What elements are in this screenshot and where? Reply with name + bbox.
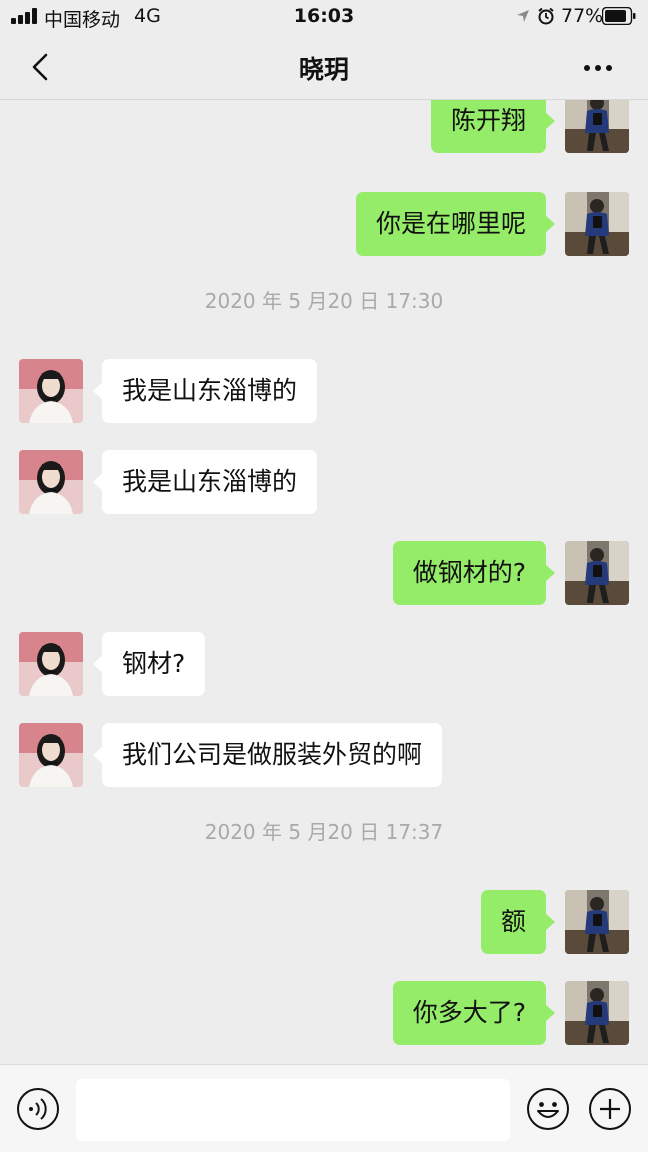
- alarm-icon: [538, 7, 554, 25]
- message-timestamp: 2020 年 5 月20 日 17:37: [204, 820, 444, 844]
- my-avatar[interactable]: [565, 890, 629, 954]
- voice-icon[interactable]: [16, 1087, 60, 1131]
- message-bubble[interactable]: 我们公司是做服装外贸的啊: [92, 723, 443, 787]
- message-bubble[interactable]: 我是山东淄博的: [92, 359, 318, 423]
- my-avatar[interactable]: [565, 192, 629, 256]
- status-bar: 中国移动 4G 16:03 77%: [0, 0, 648, 34]
- input-bar: [0, 1064, 648, 1152]
- message-input[interactable]: [76, 1079, 510, 1141]
- message-bubble[interactable]: 做钢材的?: [392, 541, 556, 605]
- chat-title: 晓玥: [298, 55, 349, 84]
- my-avatar[interactable]: [565, 541, 629, 605]
- contact-avatar[interactable]: [19, 723, 83, 787]
- chat-header: 晓玥: [0, 34, 648, 100]
- message-bubble[interactable]: 我是山东淄博的: [92, 450, 318, 514]
- message-bubble[interactable]: 额: [480, 890, 556, 954]
- battery-percent: 77%: [561, 5, 604, 27]
- contact-avatar[interactable]: [19, 359, 83, 423]
- my-avatar[interactable]: [565, 100, 629, 153]
- location-arrow-icon: [517, 10, 529, 22]
- message-bubble[interactable]: 陈开翔: [430, 100, 556, 153]
- more-dots-icon[interactable]: [578, 56, 618, 80]
- my-avatar[interactable]: [565, 981, 629, 1045]
- message-bubble[interactable]: 你是在哪里呢: [355, 192, 556, 256]
- battery-icon: [602, 7, 636, 25]
- contact-avatar[interactable]: [19, 632, 83, 696]
- message-bubble[interactable]: 你多大了?: [392, 981, 556, 1045]
- emoji-icon[interactable]: [526, 1087, 570, 1131]
- message-timestamp: 2020 年 5 月20 日 17:30: [204, 289, 444, 313]
- message-bubble[interactable]: 钢材?: [92, 632, 206, 696]
- message-list[interactable]: 陈开翔你是在哪里呢 2020 年 5 月20 日 17:30 我是山东淄博的 我是山东…: [0, 100, 648, 1064]
- contact-avatar[interactable]: [19, 450, 83, 514]
- plus-icon[interactable]: [588, 1087, 632, 1131]
